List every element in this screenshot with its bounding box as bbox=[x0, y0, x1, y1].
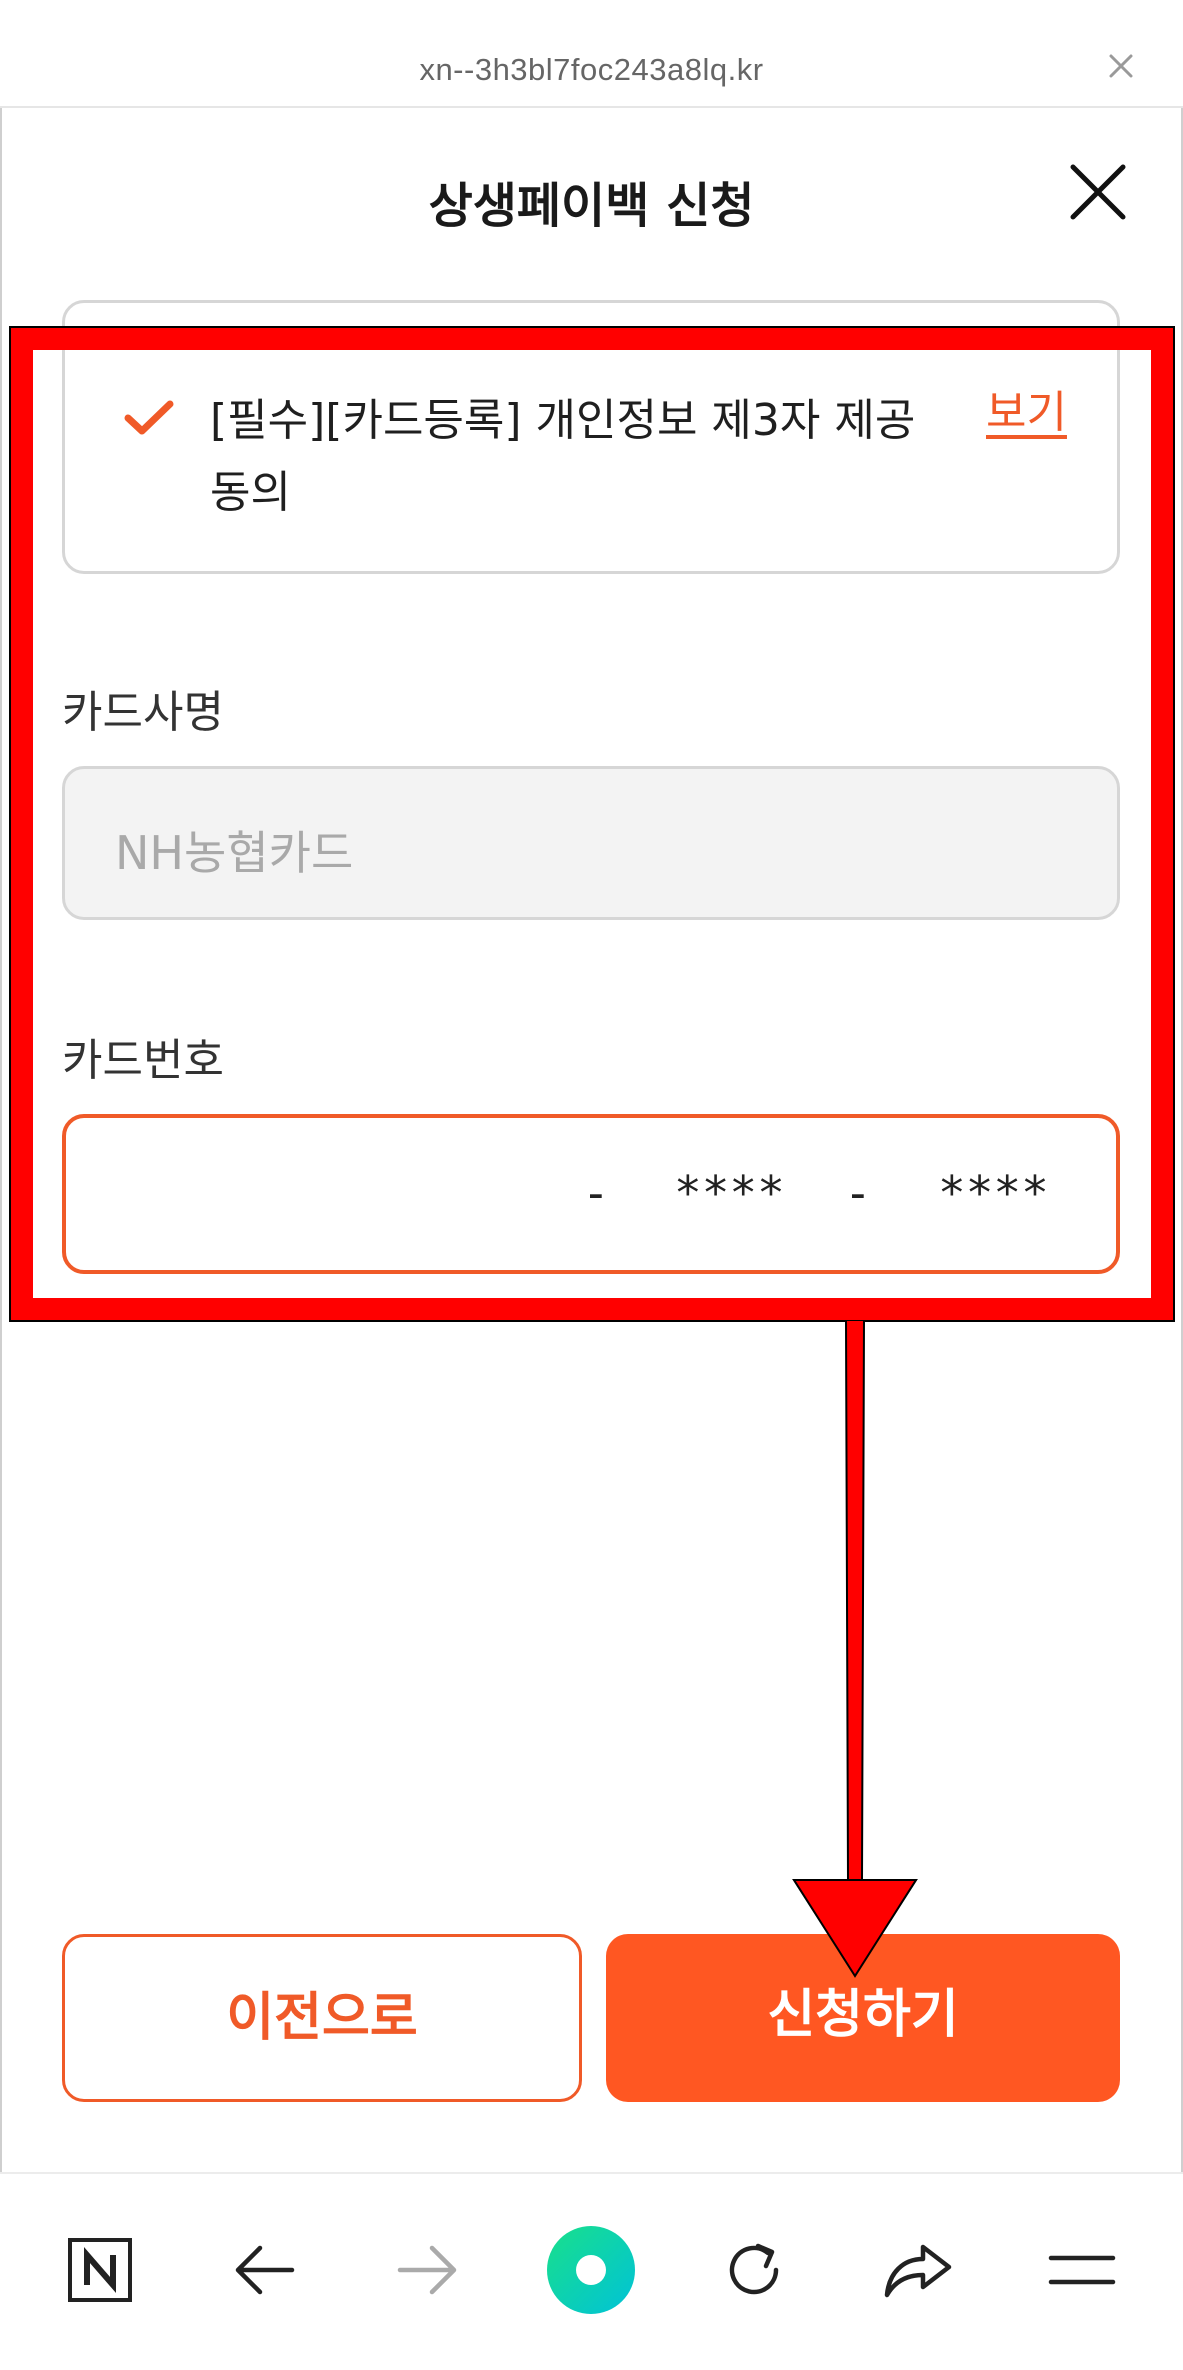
browser-bottom-nav bbox=[0, 2172, 1183, 2370]
page-header: 상생페이백 신청 bbox=[0, 108, 1183, 278]
annotation-arrow-tip-icon bbox=[792, 1879, 918, 1978]
share-icon[interactable] bbox=[868, 2220, 968, 2320]
close-icon[interactable] bbox=[1069, 163, 1127, 221]
menu-icon[interactable] bbox=[1032, 2220, 1132, 2320]
close-icon[interactable] bbox=[1107, 52, 1135, 80]
refresh-icon[interactable] bbox=[704, 2220, 804, 2320]
browser-url-bar: xn--3h3bl7foc243a8lq.kr bbox=[0, 0, 1183, 108]
home-circle-icon[interactable] bbox=[541, 2220, 641, 2320]
back-arrow-icon[interactable] bbox=[214, 2220, 314, 2320]
highlight-box bbox=[9, 326, 1175, 1322]
naver-n-icon[interactable] bbox=[50, 2220, 150, 2320]
previous-button[interactable]: 이전으로 bbox=[62, 1934, 582, 2102]
page-title: 상생페이백 신청 bbox=[428, 178, 755, 234]
forward-arrow-icon bbox=[378, 2220, 478, 2320]
url-text[interactable]: xn--3h3bl7foc243a8lq.kr bbox=[0, 52, 1183, 88]
